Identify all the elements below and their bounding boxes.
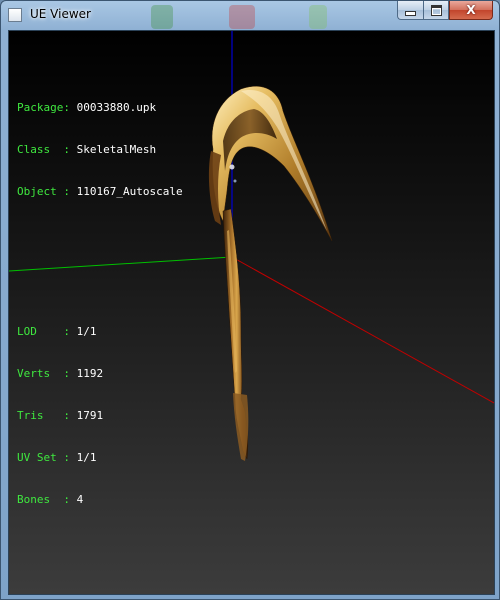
info-sep: : <box>63 143 77 156</box>
maximize-button[interactable] <box>423 1 449 20</box>
info-row-verts: Verts : 1192 <box>17 367 183 381</box>
info-row-package: Package: 00033880.upk <box>17 101 183 115</box>
minimize-button[interactable] <box>397 1 423 20</box>
info-row-object: Object : 110167_Autoscale <box>17 185 183 199</box>
info-row-tris: Tris : 1791 <box>17 409 183 423</box>
3d-viewport[interactable]: Package: 00033880.upk Class : SkeletalMe… <box>8 30 495 595</box>
info-row-lod: LOD : 1/1 <box>17 325 183 339</box>
caption-buttons: X <box>397 1 493 20</box>
info-key: Tris <box>17 409 64 422</box>
scythe-mesh <box>208 86 333 461</box>
close-button[interactable]: X <box>449 1 493 20</box>
close-icon: X <box>466 3 476 17</box>
info-value: 110167_Autoscale <box>76 185 183 198</box>
info-value: 1192 <box>76 367 104 380</box>
mesh-stats-group: LOD : 1/1 Verts : 1192 Tris : 1791 UV Se… <box>17 297 183 535</box>
info-row-bones: Bones : 4 <box>17 493 183 507</box>
mesh-info-overlay: Package: 00033880.upk Class : SkeletalMe… <box>17 45 183 563</box>
info-value: 1791 <box>76 409 104 422</box>
info-sep: : <box>63 325 77 338</box>
maximize-icon <box>430 4 442 16</box>
info-value: SkeletalMesh <box>76 143 157 156</box>
info-key: Package <box>17 101 64 114</box>
ue-viewer-window: UE Viewer X Package: 00033880.upk Class … <box>0 0 500 600</box>
minimize-icon <box>405 10 416 16</box>
window-title: UE Viewer <box>30 7 91 21</box>
x-axis-line <box>231 256 494 404</box>
info-key: Verts <box>17 367 64 380</box>
info-key: UV Set <box>17 451 64 464</box>
package-info-group: Package: 00033880.upk Class : SkeletalMe… <box>17 73 183 227</box>
info-sep: : <box>63 185 77 198</box>
title-bar[interactable]: UE Viewer X <box>1 1 499 30</box>
info-value: 4 <box>76 493 84 506</box>
info-sep: : <box>63 367 77 380</box>
info-value: 1/1 <box>76 451 97 464</box>
info-value: 00033880.upk <box>76 101 157 114</box>
info-sep: : <box>63 451 77 464</box>
info-spacer <box>17 255 183 269</box>
info-sep: : <box>63 493 77 506</box>
info-key: Bones <box>17 493 64 506</box>
info-sep: : <box>63 409 77 422</box>
info-key: Class <box>17 143 64 156</box>
info-sep: : <box>63 101 77 114</box>
info-key: Object <box>17 185 64 198</box>
info-row-class: Class : SkeletalMesh <box>17 143 183 157</box>
info-row-uvset: UV Set : 1/1 <box>17 451 183 465</box>
info-key: LOD <box>17 325 64 338</box>
app-window-icon[interactable] <box>8 8 22 22</box>
info-value: 1/1 <box>76 325 97 338</box>
